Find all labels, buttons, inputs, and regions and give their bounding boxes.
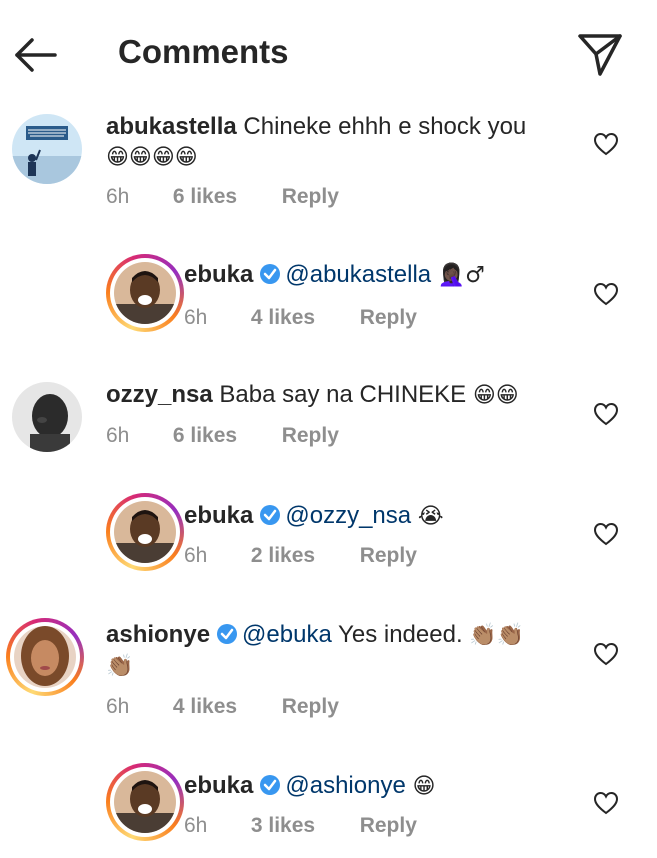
heart-icon bbox=[593, 642, 619, 666]
comment-body: ozzy_nsa Baba say na CHINEKE 😁😁 bbox=[106, 380, 606, 411]
like-button[interactable] bbox=[593, 132, 619, 156]
comment-emoji: 😁 bbox=[412, 774, 436, 799]
comment-meta: 6h 6 likes Reply bbox=[106, 424, 339, 448]
comment-body: ebuka @abukastella 🤦🏿‍♀️♂ bbox=[184, 260, 604, 291]
comment-meta: 6h 4 likes Reply bbox=[184, 306, 417, 330]
comment-username[interactable]: ebuka bbox=[184, 502, 253, 529]
comment-meta: 6h 4 likes Reply bbox=[106, 695, 339, 719]
comment-item: ozzy_nsa Baba say na CHINEKE 😁😁 6h 6 lik… bbox=[0, 380, 657, 460]
reply-button[interactable]: Reply bbox=[282, 695, 339, 719]
comment-mention[interactable]: @ebuka bbox=[242, 621, 332, 648]
comment-emoji: 😁😁😁😁 bbox=[106, 145, 198, 170]
heart-icon bbox=[593, 522, 619, 546]
comment-mention[interactable]: @ozzy_nsa bbox=[285, 502, 411, 529]
comment-body: abukastella Chineke ehhh e shock you 😁😁😁… bbox=[106, 112, 606, 173]
reply-item: ebuka @ashionye 😁 6h 3 likes Reply bbox=[0, 763, 657, 845]
comment-username[interactable]: ozzy_nsa bbox=[106, 381, 213, 408]
comment-text: Chineke ehhh e shock you bbox=[243, 113, 527, 140]
comment-meta: 6h 3 likes Reply bbox=[184, 814, 417, 838]
comment-item: abukastella Chineke ehhh e shock you 😁😁😁… bbox=[0, 112, 657, 222]
likes-count[interactable]: 6 likes bbox=[173, 424, 276, 448]
comment-emoji: 👏🏽👏🏽 bbox=[469, 623, 525, 648]
comment-body: ebuka @ozzy_nsa 😭 bbox=[184, 501, 604, 532]
header-bar: Comments bbox=[0, 0, 657, 110]
comment-mention[interactable]: @abukastella bbox=[285, 261, 431, 288]
reply-item: ebuka @ozzy_nsa 😭 6h 2 likes Reply bbox=[0, 493, 657, 575]
likes-count[interactable]: 6 likes bbox=[173, 185, 276, 209]
avatar-ebuka[interactable] bbox=[106, 254, 184, 332]
verified-badge-icon bbox=[217, 624, 238, 644]
comment-emoji: 🤦🏿‍♀️♂ bbox=[437, 263, 485, 288]
reply-button[interactable]: Reply bbox=[360, 814, 417, 838]
like-button[interactable] bbox=[593, 402, 619, 426]
avatar-ebuka[interactable] bbox=[106, 763, 184, 841]
comment-username[interactable]: abukastella bbox=[106, 113, 237, 140]
comment-time: 6h bbox=[106, 424, 130, 447]
comment-text: Baba say na CHINEKE bbox=[219, 381, 467, 408]
comment-time: 6h bbox=[184, 544, 208, 567]
comment-emoji: 😁😁 bbox=[472, 383, 519, 408]
comment-username[interactable]: ashionye bbox=[106, 621, 210, 648]
comment-username[interactable]: ebuka bbox=[184, 261, 253, 288]
likes-count[interactable]: 2 likes bbox=[251, 544, 354, 568]
reply-button[interactable]: Reply bbox=[360, 306, 417, 330]
heart-icon bbox=[593, 791, 619, 815]
comment-meta: 6h 6 likes Reply bbox=[106, 185, 339, 209]
likes-count[interactable]: 4 likes bbox=[173, 695, 276, 719]
avatar-ozzy_nsa[interactable] bbox=[12, 382, 82, 452]
comment-emoji-line: 👏🏽 bbox=[106, 654, 134, 679]
comment-time: 6h bbox=[184, 814, 208, 837]
back-button[interactable] bbox=[12, 32, 58, 78]
reply-button[interactable]: Reply bbox=[282, 185, 339, 209]
comment-body: ashionye @ebuka Yes indeed. 👏🏽👏🏽 👏🏽 bbox=[106, 620, 576, 682]
reply-button[interactable]: Reply bbox=[282, 424, 339, 448]
heart-icon bbox=[593, 402, 619, 426]
page-title: Comments bbox=[118, 33, 289, 70]
like-button[interactable] bbox=[593, 282, 619, 306]
like-button[interactable] bbox=[593, 791, 619, 815]
comment-username[interactable]: ebuka bbox=[184, 772, 253, 799]
paper-plane-icon bbox=[578, 34, 622, 76]
verified-badge-icon bbox=[260, 775, 281, 795]
like-button[interactable] bbox=[593, 522, 619, 546]
comment-time: 6h bbox=[106, 695, 130, 718]
comment-body: ebuka @ashionye 😁 bbox=[184, 771, 604, 802]
avatar-ebuka[interactable] bbox=[106, 493, 184, 571]
comment-mention[interactable]: @ashionye bbox=[285, 772, 405, 799]
comment-text: Yes indeed. bbox=[338, 621, 463, 648]
arrow-left-icon bbox=[15, 38, 57, 72]
comment-emoji: 😭 bbox=[417, 504, 444, 529]
reply-button[interactable]: Reply bbox=[360, 544, 417, 568]
verified-badge-icon bbox=[260, 505, 281, 525]
like-button[interactable] bbox=[593, 642, 619, 666]
avatar-abukastella[interactable] bbox=[12, 114, 82, 184]
share-button[interactable] bbox=[576, 30, 624, 78]
likes-count[interactable]: 3 likes bbox=[251, 814, 354, 838]
comment-time: 6h bbox=[106, 185, 130, 208]
verified-badge-icon bbox=[260, 264, 281, 284]
heart-icon bbox=[593, 132, 619, 156]
comment-meta: 6h 2 likes Reply bbox=[184, 544, 417, 568]
avatar-ashionye[interactable] bbox=[6, 618, 84, 696]
reply-item: ebuka @abukastella 🤦🏿‍♀️♂ 6h 4 likes Repl… bbox=[0, 254, 657, 336]
likes-count[interactable]: 4 likes bbox=[251, 306, 354, 330]
heart-icon bbox=[593, 282, 619, 306]
comment-time: 6h bbox=[184, 306, 208, 329]
comment-item: ashionye @ebuka Yes indeed. 👏🏽👏🏽 👏🏽 6h 4 … bbox=[0, 618, 657, 728]
